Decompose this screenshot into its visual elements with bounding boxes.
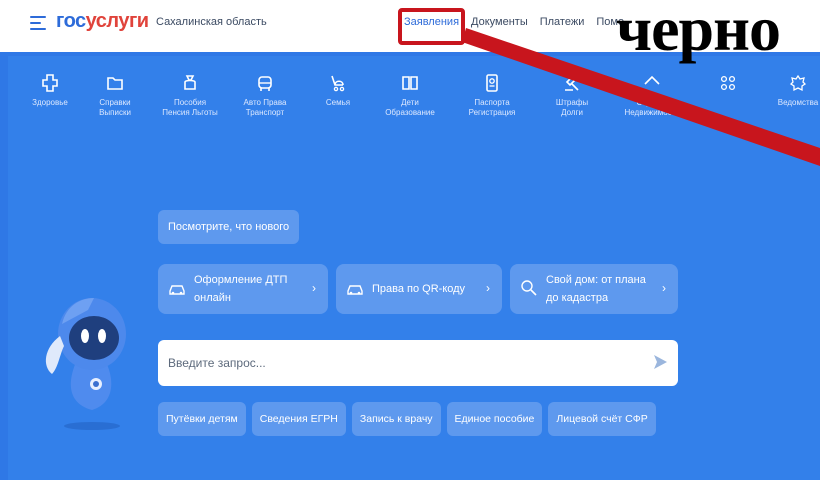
search-input[interactable] (168, 340, 628, 386)
category-certificates[interactable]: Справки Выписки (75, 74, 155, 118)
chip-sfr-account[interactable]: Лицевой счёт СФР (548, 402, 656, 436)
chevron-right-icon: › (312, 281, 316, 295)
card-license-qr[interactable]: Права по QR-коду › (336, 264, 502, 314)
category-bar: Здоровье Справки Выписки Пособия Пенсия … (0, 74, 820, 154)
highlight-box (398, 8, 465, 45)
category-construction[interactable]: Стройка Недвижимость (612, 74, 692, 118)
annotation-text: черно (616, 0, 781, 64)
passport-icon (486, 74, 498, 92)
emblem-icon (789, 74, 807, 92)
car-icon (258, 76, 272, 91)
robot-mascot (45, 298, 126, 430)
grid-icon (720, 75, 736, 91)
stroller-icon (331, 75, 345, 92)
menu-icon[interactable] (30, 16, 46, 30)
card-license-label: Права по QR-коду (372, 283, 466, 295)
chevron-right-icon: › (662, 281, 666, 295)
category-education[interactable]: Дети Образование (370, 74, 450, 118)
chip-trips-for-kids[interactable]: Путёвки детям (158, 402, 246, 436)
category-all[interactable] (688, 74, 768, 98)
nav-documents[interactable]: Документы (471, 16, 528, 28)
chip-unified-benefit[interactable]: Единое пособие (446, 402, 543, 436)
quick-chips: Путёвки детям Сведения ЕГРН Запись к вра… (158, 402, 662, 436)
health-icon (42, 74, 58, 92)
nav-payments[interactable]: Платежи (540, 16, 585, 28)
gosuslugi-logo[interactable]: госуслуги (56, 10, 149, 33)
main-banner: Здоровье Справки Выписки Пособия Пенсия … (0, 52, 820, 480)
car-icon (347, 285, 363, 295)
category-transport[interactable]: Авто Права Транспорт (225, 74, 305, 118)
chip-doctor[interactable]: Запись к врачу (351, 402, 441, 436)
card-dtp-label: Оформление ДТП онлайн (194, 274, 288, 304)
category-fines[interactable]: Штрафы Долги (532, 74, 612, 118)
bag-icon (184, 75, 196, 90)
send-icon[interactable] (652, 354, 668, 370)
search-icon (521, 280, 537, 296)
category-family[interactable]: Семья (298, 74, 378, 108)
category-passports[interactable]: Паспорта Регистрация (452, 74, 532, 118)
whats-new-button[interactable]: Посмотрите, что нового (158, 210, 300, 244)
search-box (158, 340, 678, 386)
folder-icon (107, 77, 123, 90)
car-icon (169, 285, 185, 295)
region-selector[interactable]: Сахалинская область (156, 16, 267, 28)
chip-egrn[interactable]: Сведения ЕГРН (251, 402, 346, 436)
house-icon (644, 75, 660, 85)
card-house-label: Свой дом: от плана до кадастра (546, 274, 646, 304)
category-agencies[interactable]: Ведомства (758, 74, 820, 108)
gavel-icon (565, 75, 579, 91)
category-benefits[interactable]: Пособия Пенсия Льготы (150, 74, 230, 118)
card-dtp-online[interactable]: Оформление ДТП онлайн › (158, 264, 328, 314)
card-own-house[interactable]: Свой дом: от плана до кадастра › (510, 264, 678, 314)
book-icon (402, 76, 418, 90)
chevron-right-icon: › (486, 281, 490, 295)
